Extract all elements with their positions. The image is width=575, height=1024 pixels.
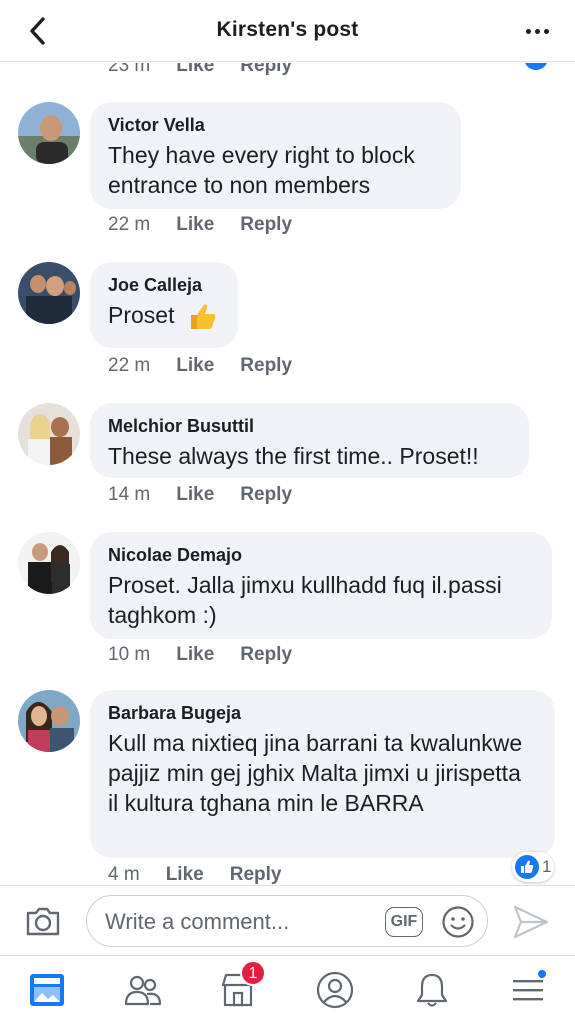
like-link[interactable]: Like [176,214,214,236]
comment-input-placeholder: Write a comment... [105,909,290,934]
comment-bubble: Nicolae Demajo Proset. Jalla jimxu kullh… [90,532,552,639]
top-bar: Kirsten's post [0,0,575,62]
reply-link[interactable]: Reply [240,63,292,77]
thumbs-up-icon [521,860,534,873]
more-dots-icon [525,28,531,34]
tab-groups[interactable] [121,970,165,1010]
like-link[interactable]: Like [176,63,214,77]
reaction-count: 1 [542,857,552,876]
comments-list: 23 m Like Reply Victor Vella They have e… [0,63,575,885]
comment-actions: 14 m Like Reply [108,484,292,506]
camera-icon [26,907,60,936]
emoji-button[interactable] [441,905,475,939]
comment-time: 23 m [108,63,151,76]
comment-actions: 4 m Like Reply [108,864,281,885]
commenter-name[interactable]: Barbara Bugeja [108,702,537,724]
reply-link[interactable]: Reply [240,355,292,377]
comment-text: Proset [108,302,175,328]
like-link[interactable]: Like [176,484,214,506]
emoji-icon [442,906,474,938]
menu-notification-dot [536,968,548,980]
comment-text: Kull ma nixtieq jina barrani ta kwalunkw… [108,730,523,816]
comment-text: They have every right to block entrance … [108,142,415,198]
comment-actions: 10 m Like Reply [108,644,292,666]
reply-link[interactable]: Reply [240,644,292,666]
tab-news-feed[interactable] [25,970,69,1010]
comment-time: 10 m [108,644,151,665]
avatar[interactable] [18,532,80,594]
commenter-name[interactable]: Melchior Busuttil [108,415,511,437]
comment-bubble: Victor Vella They have every right to bl… [90,102,461,209]
comment-bubble: Joe Calleja Proset [90,262,238,348]
avatar[interactable] [18,403,80,465]
comment-text-wrap: Proset [108,300,220,332]
avatar[interactable] [18,690,80,752]
profile-icon [316,971,354,1009]
comment-composer: Write a comment... GIF [0,885,575,955]
tab-profile[interactable] [313,970,357,1010]
comment-bubble: Melchior Busuttil These always the first… [90,403,529,478]
comment-time: 22 m [108,355,151,376]
groups-icon [124,975,162,1006]
more-options-button[interactable] [521,20,553,42]
reply-link[interactable]: Reply [230,864,282,885]
avatar[interactable] [18,102,80,164]
commenter-name[interactable]: Joe Calleja [108,274,220,296]
commenter-name[interactable]: Nicolae Demajo [108,544,534,566]
commenter-name[interactable]: Victor Vella [108,114,443,136]
tab-marketplace[interactable]: 1 [216,960,266,1010]
like-reaction-icon [521,63,551,73]
gif-button[interactable]: GIF [385,907,423,937]
reply-link[interactable]: Reply [240,214,292,236]
send-icon [513,905,549,939]
bottom-tab-bar: 1 [0,955,575,1024]
comment-time: 14 m [108,484,151,505]
comment-text: Proset. Jalla jimxu kullhadd fuq il.pass… [108,572,502,628]
comment-time: 22 m [108,214,151,235]
send-button[interactable] [512,904,550,940]
avatar[interactable] [18,262,80,324]
reaction-summary[interactable]: 1 [512,852,554,882]
comment-time: 4 m [108,864,140,885]
camera-button[interactable] [24,905,62,937]
reply-link[interactable]: Reply [240,484,292,506]
like-link[interactable]: Like [176,644,214,666]
comment-actions: 22 m Like Reply [108,214,292,236]
tab-menu[interactable] [506,968,550,1010]
like-link[interactable]: Like [166,864,204,885]
tab-notifications[interactable] [410,970,454,1010]
comment-input[interactable]: Write a comment... GIF [86,895,488,947]
news-feed-icon [30,974,64,1006]
page-title: Kirsten's post [216,18,359,41]
notifications-icon [416,973,448,1007]
thumbs-up-emoji-icon [190,304,216,329]
comment-actions: 22 m Like Reply [108,355,292,377]
comment-bubble: Barbara Bugeja Kull ma nixtieq jina barr… [90,690,555,858]
like-link[interactable]: Like [176,355,214,377]
partial-comment-meta: 23 m Like Reply [108,63,292,77]
comment-text: These always the first time.. Proset!! [108,443,479,469]
marketplace-badge: 1 [240,960,266,986]
